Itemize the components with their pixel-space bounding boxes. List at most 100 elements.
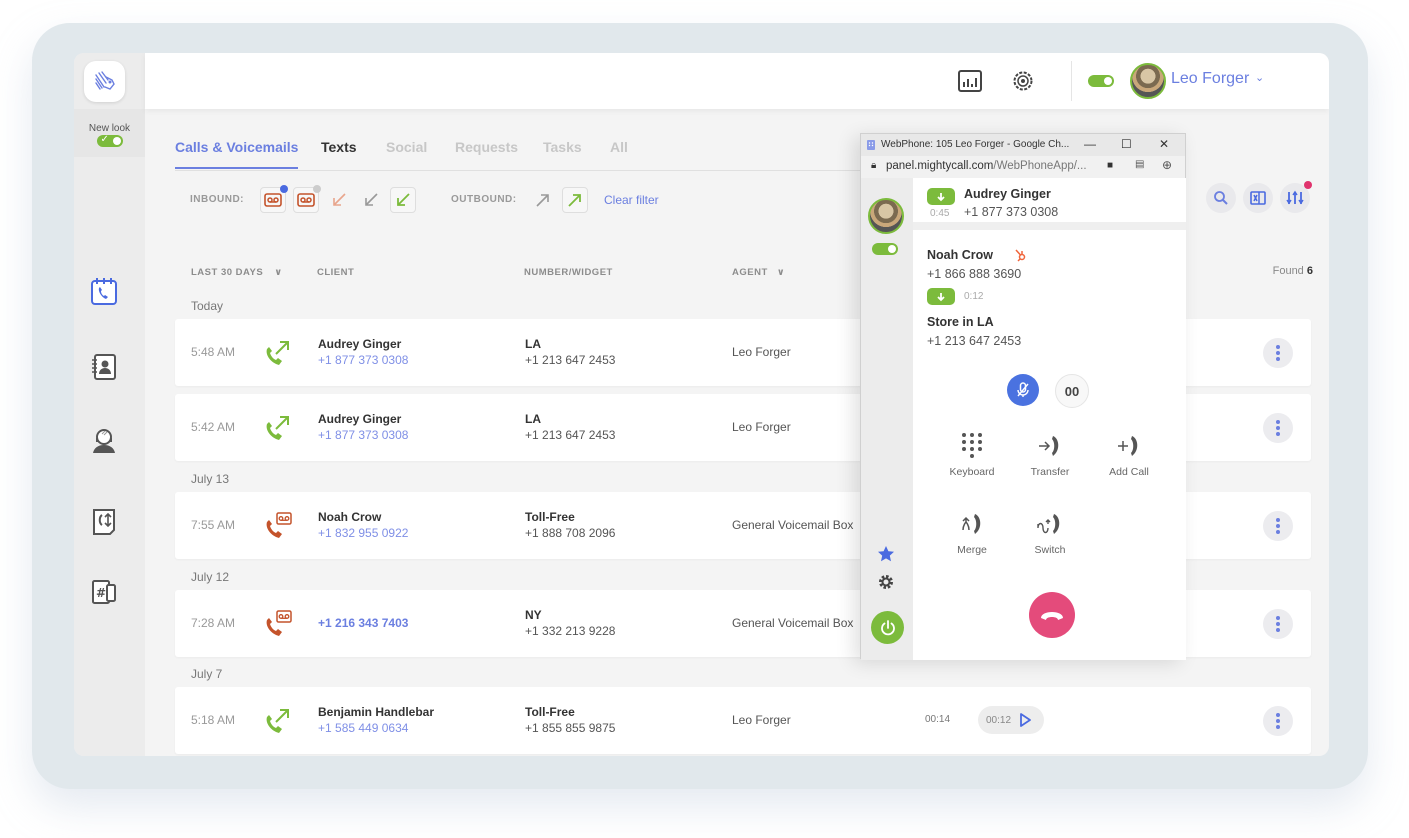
- camera-icon[interactable]: ■: [1107, 160, 1113, 171]
- tab-calls-voicemails[interactable]: Calls & Voicemails: [175, 139, 299, 169]
- filter-outbound-answered[interactable]: [562, 187, 588, 213]
- client-phone[interactable]: +1 585 449 0634: [318, 721, 408, 735]
- filter-voicemail[interactable]: [293, 185, 321, 213]
- tab-all[interactable]: All: [610, 139, 628, 167]
- clear-filter-link[interactable]: Clear filter: [604, 193, 659, 207]
- inbound-label: INBOUND:: [190, 194, 244, 205]
- arrow-down-icon: [937, 192, 945, 201]
- arrow-down-left-icon: [365, 193, 378, 206]
- url-path: /WebPhoneApp/...: [993, 160, 1087, 172]
- held-call-timer: 0:45: [930, 208, 950, 219]
- widget-name: Toll-Free: [525, 705, 575, 719]
- found-count: 6: [1306, 265, 1313, 277]
- filter-answered[interactable]: [390, 187, 416, 213]
- reports-button[interactable]: [956, 67, 984, 95]
- filter-new-voicemail[interactable]: [260, 185, 288, 213]
- unread-dot: [280, 185, 288, 193]
- close-button[interactable]: ✕: [1159, 137, 1169, 151]
- arrow-down-left-icon: [333, 193, 346, 206]
- maximize-button[interactable]: ☐: [1121, 137, 1132, 151]
- transfer-button[interactable]: Transfer: [1015, 428, 1085, 478]
- table-row[interactable]: 5:18 AM Benjamin Handlebar +1 585 449 06…: [175, 687, 1311, 754]
- mute-button[interactable]: [1007, 374, 1039, 406]
- sidebar-item-calls[interactable]: [88, 275, 120, 307]
- switch-button[interactable]: Switch: [1015, 506, 1085, 556]
- client-name: Benjamin Handlebar: [318, 705, 435, 719]
- hang-up-icon: [1041, 612, 1063, 620]
- keypad-icon: [962, 433, 982, 458]
- search-button[interactable]: [1206, 183, 1236, 213]
- sidebar-item-contacts[interactable]: [88, 351, 120, 383]
- filter-outbound-unanswered[interactable]: [530, 187, 556, 213]
- line-phone: +1 213 647 2453: [927, 334, 1022, 348]
- tab-tasks[interactable]: Tasks: [543, 139, 582, 167]
- sidebar-item-agents[interactable]: [88, 425, 120, 457]
- client-phone[interactable]: +1 832 955 0922: [318, 526, 408, 540]
- merge-button[interactable]: Merge: [937, 506, 1007, 556]
- user-name[interactable]: Leo Forger: [1171, 70, 1249, 88]
- more-options-button[interactable]: [1263, 413, 1293, 443]
- held-call-card[interactable]: 0:45 Audrey Ginger +1 877 373 0308: [913, 178, 1186, 230]
- more-options-button[interactable]: [1263, 511, 1293, 541]
- favorites-icon[interactable]: [876, 544, 896, 564]
- widget-phone: +1 332 213 9228: [525, 624, 616, 638]
- webphone-avatar[interactable]: [868, 198, 904, 234]
- svg-text:#: #: [96, 586, 106, 600]
- availability-toggle[interactable]: [1088, 75, 1114, 87]
- column-agent[interactable]: AGENT ∨: [732, 267, 785, 278]
- recording-player[interactable]: 00:12: [978, 706, 1044, 734]
- filter-rejected[interactable]: [358, 187, 384, 213]
- settings-button[interactable]: [1009, 67, 1037, 95]
- tab-requests[interactable]: Requests: [455, 139, 518, 167]
- client-phone[interactable]: +1 216 343 7403: [318, 616, 408, 630]
- address-bar[interactable]: 🔒︎ panel.mightycall.com/WebPhoneApp/... …: [861, 156, 1185, 178]
- sidebar-item-numbers[interactable]: #: [88, 575, 120, 607]
- more-options-button[interactable]: [1263, 609, 1293, 639]
- line-name: Store in LA: [927, 315, 994, 329]
- keyboard-button[interactable]: Keyboard: [937, 428, 1007, 478]
- window-title: WebPhone: 105 Leo Forger - Google Ch...: [881, 139, 1070, 150]
- minimize-button[interactable]: —: [1084, 137, 1096, 151]
- calendar-phone-icon: [91, 278, 117, 305]
- more-options-button[interactable]: [1263, 706, 1293, 736]
- sidebar-item-call-flows[interactable]: [88, 505, 120, 537]
- hubspot-icon[interactable]: [1013, 248, 1027, 262]
- tab-texts[interactable]: Texts: [321, 139, 357, 167]
- tab-social[interactable]: Social: [386, 139, 427, 167]
- current-caller-name: Noah Crow: [927, 248, 993, 262]
- voicemail-icon: [297, 193, 315, 207]
- hold-button[interactable]: 00: [1055, 374, 1089, 408]
- export-excel-button[interactable]: [1243, 183, 1273, 213]
- arrow-up-right-icon: [536, 194, 549, 207]
- user-avatar[interactable]: [1130, 63, 1166, 99]
- voicemail-call-icon: [266, 610, 292, 636]
- new-look-toggle[interactable]: ✓: [96, 134, 123, 147]
- sliders-icon: [1286, 190, 1304, 205]
- current-caller-phone: +1 866 888 3690: [927, 267, 1022, 281]
- translate-icon[interactable]: ▤: [1135, 159, 1144, 170]
- webphone-status-toggle[interactable]: [872, 243, 898, 255]
- gear-icon[interactable]: [877, 573, 895, 591]
- row-time: 7:55 AM: [191, 518, 236, 532]
- results-count: Found 6: [1273, 265, 1313, 277]
- more-options-button[interactable]: [1263, 338, 1293, 368]
- row-time: 5:42 AM: [191, 420, 236, 434]
- client-phone[interactable]: +1 877 373 0308: [318, 353, 408, 367]
- webphone-app-icon: [867, 140, 875, 150]
- transfer-label: Transfer: [1030, 466, 1070, 478]
- hang-up-button[interactable]: [1029, 592, 1075, 638]
- zoom-icon[interactable]: ⊕: [1162, 158, 1172, 172]
- filter-missed[interactable]: [326, 187, 352, 213]
- power-button[interactable]: [871, 611, 904, 644]
- call-routing-icon: [93, 509, 115, 535]
- widget-name: NY: [525, 608, 542, 622]
- search-icon: [1214, 191, 1228, 205]
- current-call-timer: 0:12: [964, 291, 984, 302]
- chevron-down-icon[interactable]: ⌄: [1255, 71, 1264, 84]
- period-filter[interactable]: LAST 30 DAYS ∨: [191, 267, 283, 278]
- app-logo[interactable]: [84, 61, 125, 102]
- filter-settings-button[interactable]: [1280, 181, 1312, 213]
- add-call-button[interactable]: Add Call: [1094, 428, 1164, 478]
- power-icon: [880, 619, 895, 635]
- client-phone[interactable]: +1 877 373 0308: [318, 428, 408, 442]
